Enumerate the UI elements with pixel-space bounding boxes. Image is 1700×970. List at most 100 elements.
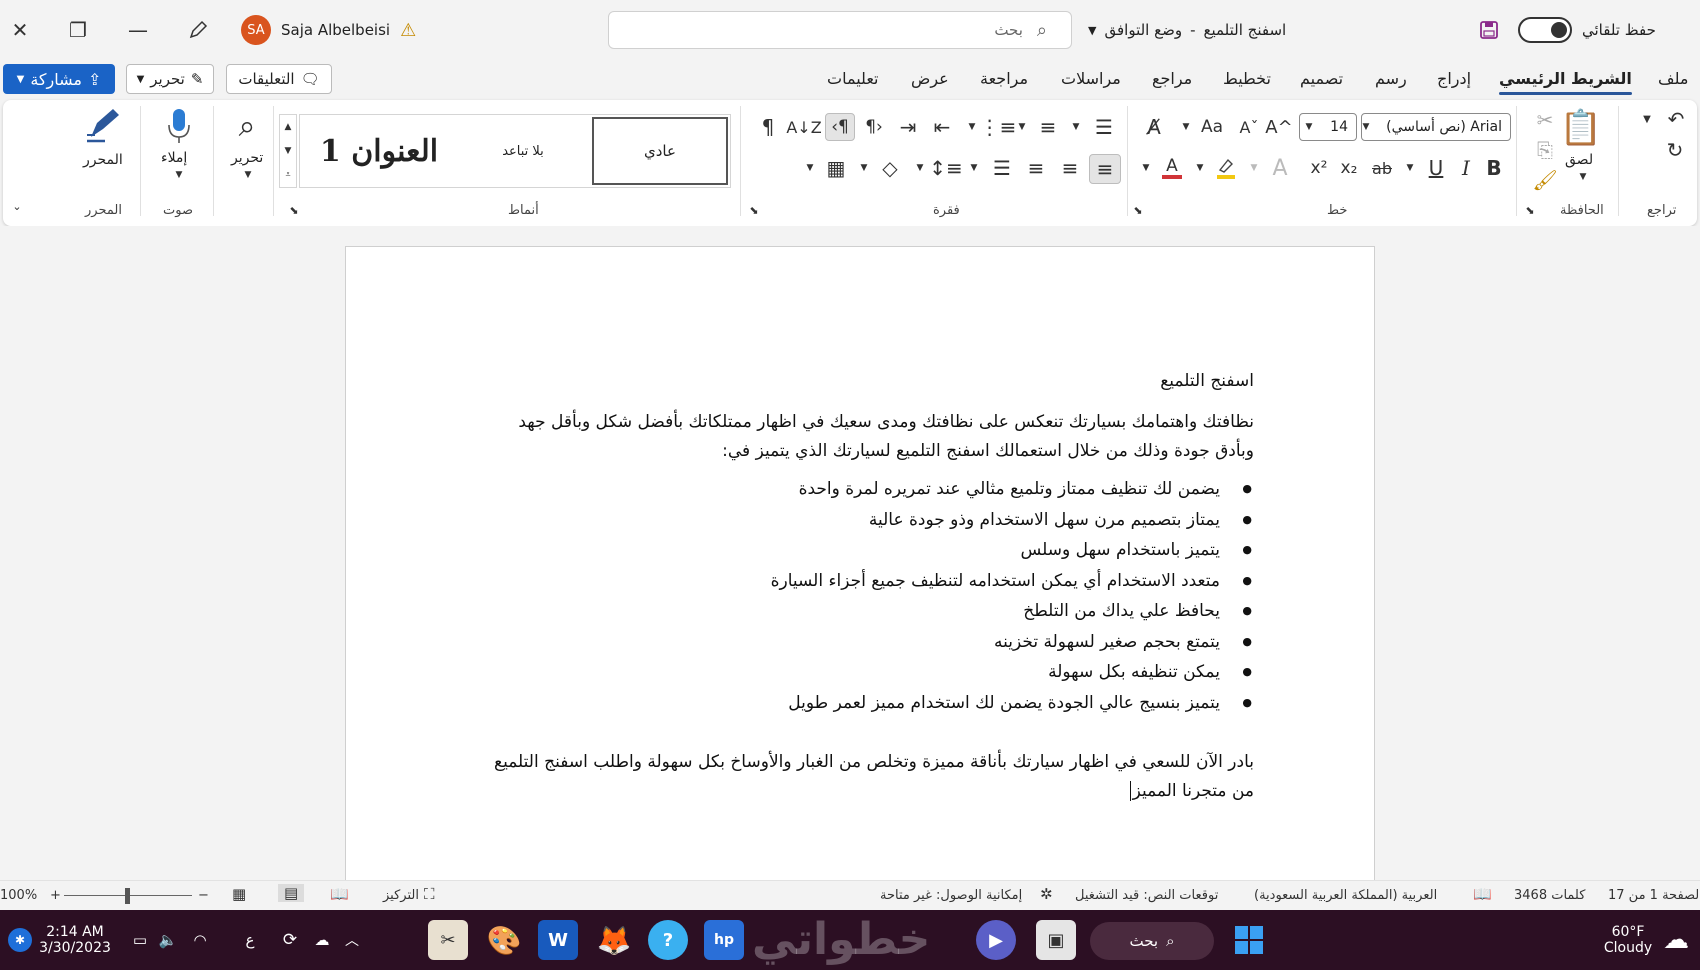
- justify-icon[interactable]: ☰: [987, 154, 1017, 182]
- word-icon[interactable]: W: [538, 920, 578, 960]
- save-icon[interactable]: [1478, 14, 1500, 46]
- document-title[interactable]: اسفنج التلميع - وضع التوافق ▼: [1088, 14, 1286, 46]
- chevron-down-icon[interactable]: ▼: [967, 154, 981, 182]
- autosave-toggle[interactable]: [1518, 14, 1572, 46]
- snipping-icon[interactable]: ✂: [428, 920, 468, 960]
- borders-icon[interactable]: ▦: [821, 154, 851, 182]
- find-label[interactable]: تحرير: [231, 150, 263, 166]
- hp-icon[interactable]: hp: [704, 920, 744, 960]
- tab-mailings[interactable]: مراسلات: [1061, 69, 1121, 88]
- chevron-down-icon[interactable]: ▼: [1403, 154, 1417, 182]
- dialog-launcher-icon[interactable]: ⬊: [1131, 203, 1145, 217]
- document-body[interactable]: اسفنج التلميع نظافتك واهتمامك بسيارتك تن…: [482, 367, 1254, 806]
- dialog-launcher-icon[interactable]: ⬊: [287, 203, 301, 217]
- avatar[interactable]: SA: [241, 15, 271, 45]
- chevron-down-icon[interactable]: ▼: [1179, 113, 1193, 141]
- clear-formatting-icon[interactable]: A̸: [1139, 113, 1169, 141]
- focus-icon[interactable]: ⛶: [424, 885, 435, 903]
- change-case-icon[interactable]: Aa: [1197, 113, 1227, 141]
- cut-icon[interactable]: ✂: [1533, 108, 1557, 132]
- bold-button[interactable]: B: [1481, 154, 1507, 182]
- accessibility-status[interactable]: إمكانية الوصول: غير متاحة: [880, 888, 1022, 903]
- wifi-icon[interactable]: ◠: [188, 928, 212, 952]
- zoom-out-button[interactable]: −: [198, 888, 209, 903]
- chevron-up-icon[interactable]: ︿: [340, 928, 364, 952]
- dictate-label[interactable]: إملاء: [161, 150, 187, 166]
- tab-home[interactable]: الشريط الرئيسي: [1499, 69, 1632, 95]
- superscript-button[interactable]: x²: [1305, 154, 1333, 182]
- highlight-icon[interactable]: [1211, 154, 1241, 182]
- undo-icon[interactable]: ↶: [1663, 106, 1689, 132]
- chevron-down-icon[interactable]: ▼: [803, 154, 817, 182]
- word-count[interactable]: 3468 كلمات: [1514, 888, 1585, 903]
- read-mode-icon[interactable]: 📖: [330, 885, 349, 903]
- tab-file[interactable]: ملف: [1658, 69, 1688, 88]
- scroll-down-icon[interactable]: ▼: [282, 141, 294, 161]
- chevron-down-icon[interactable]: ▼: [1359, 113, 1373, 141]
- volume-icon[interactable]: 🔈: [156, 928, 180, 952]
- list-item[interactable]: يضمن لك تنظيف ممتاز وتلميع مثالي عند تمر…: [482, 474, 1252, 505]
- paint-icon[interactable]: 🎨: [484, 920, 524, 960]
- find-icon[interactable]: ⌕: [225, 106, 269, 146]
- align-center-icon[interactable]: ≡: [1055, 154, 1085, 182]
- zoom-slider-thumb[interactable]: [125, 888, 130, 904]
- chevron-down-icon[interactable]: ▼: [857, 154, 871, 182]
- rtl-direction-icon[interactable]: ‹¶: [825, 113, 855, 141]
- tab-insert[interactable]: إدراج: [1437, 69, 1471, 88]
- start-icon[interactable]: [1232, 923, 1266, 957]
- document-page[interactable]: اسفنج التلميع نظافتك واهتمامك بسيارتك تن…: [345, 246, 1375, 886]
- strikethrough-button[interactable]: ab: [1367, 154, 1397, 182]
- chevron-down-icon[interactable]: ▼: [172, 168, 186, 182]
- style-heading1[interactable]: العنوان 1: [304, 117, 454, 185]
- closing-paragraph[interactable]: بادر الآن للسعي في اظهار سيارتك بأناقة م…: [482, 748, 1254, 806]
- page-count[interactable]: الصفحة 1 من 17: [1608, 888, 1700, 903]
- chevron-down-icon[interactable]: ▼: [1069, 113, 1083, 141]
- chevron-down-icon[interactable]: ▼: [1193, 154, 1207, 182]
- dialog-launcher-icon[interactable]: ⬊: [1523, 203, 1537, 217]
- account-area[interactable]: SA Saja Albelbeisi ⚠: [241, 14, 416, 46]
- ltr-direction-icon[interactable]: ¶›: [859, 113, 889, 141]
- list-item[interactable]: يتميز بنسيج عالي الجودة يضمن لك استخدام …: [482, 688, 1252, 719]
- list-item[interactable]: يمكن تنظيفه بكل سهولة: [482, 657, 1252, 688]
- line-spacing-icon[interactable]: ↕≡: [929, 154, 963, 182]
- align-left-icon[interactable]: ≡: [1021, 154, 1051, 182]
- style-normal[interactable]: عادي: [592, 117, 728, 185]
- subscript-button[interactable]: x₂: [1335, 154, 1363, 182]
- warning-icon[interactable]: ⚠: [400, 20, 416, 41]
- shading-icon[interactable]: ◇: [875, 154, 905, 182]
- chevron-down-icon[interactable]: ▼: [1015, 113, 1029, 141]
- tab-help[interactable]: تعليمات: [827, 69, 878, 88]
- pen-icon[interactable]: [178, 14, 218, 46]
- chevron-down-icon[interactable]: ▼: [1575, 170, 1591, 184]
- font-color-icon[interactable]: A: [1157, 154, 1187, 182]
- tab-references[interactable]: مراجع: [1152, 69, 1192, 88]
- tab-view[interactable]: عرض: [911, 69, 949, 88]
- grow-font-icon[interactable]: A^: [1265, 113, 1293, 141]
- intro-paragraph[interactable]: نظافتك واهتمامك بسيارتك تنعكس على نظافتك…: [482, 408, 1254, 466]
- restore-button[interactable]: ❐: [58, 14, 98, 46]
- list-item[interactable]: يتمتع بحجم صغير لسهولة تخزينه: [482, 627, 1252, 658]
- align-right-icon[interactable]: ≡: [1089, 154, 1121, 184]
- clock[interactable]: 2:14 AM 3/30/2023: [39, 920, 111, 960]
- italic-button[interactable]: I: [1453, 154, 1479, 182]
- list-item[interactable]: يتميز باستخدام سهل وسلس: [482, 535, 1252, 566]
- close-button[interactable]: ✕: [0, 14, 40, 46]
- document-title-text[interactable]: اسفنج التلميع: [482, 367, 1254, 396]
- redo-icon[interactable]: ↻: [1661, 136, 1689, 164]
- format-painter-icon[interactable]: 🖌: [1532, 168, 1557, 192]
- chevron-down-icon[interactable]: ▼: [965, 113, 979, 141]
- tab-design[interactable]: تصميم: [1300, 69, 1343, 88]
- shrink-font-icon[interactable]: Aˇ: [1235, 113, 1263, 141]
- zoom-level[interactable]: 100%: [0, 888, 37, 903]
- tab-layout[interactable]: تخطيط: [1223, 69, 1271, 88]
- battery-icon[interactable]: ▭: [128, 928, 152, 952]
- style-no-spacing[interactable]: بلا تباعد: [456, 117, 590, 185]
- bluetooth-icon[interactable]: ✱: [8, 928, 32, 952]
- help-icon[interactable]: ?: [648, 920, 688, 960]
- proofing-icon[interactable]: 📖: [1473, 885, 1492, 903]
- scroll-up-icon[interactable]: ▲: [282, 117, 294, 137]
- chevron-down-icon[interactable]: ▼: [913, 154, 927, 182]
- chevron-down-icon[interactable]: ▼: [1302, 113, 1316, 141]
- web-layout-icon[interactable]: ▦: [232, 885, 246, 903]
- print-layout-icon[interactable]: ▤: [278, 884, 305, 902]
